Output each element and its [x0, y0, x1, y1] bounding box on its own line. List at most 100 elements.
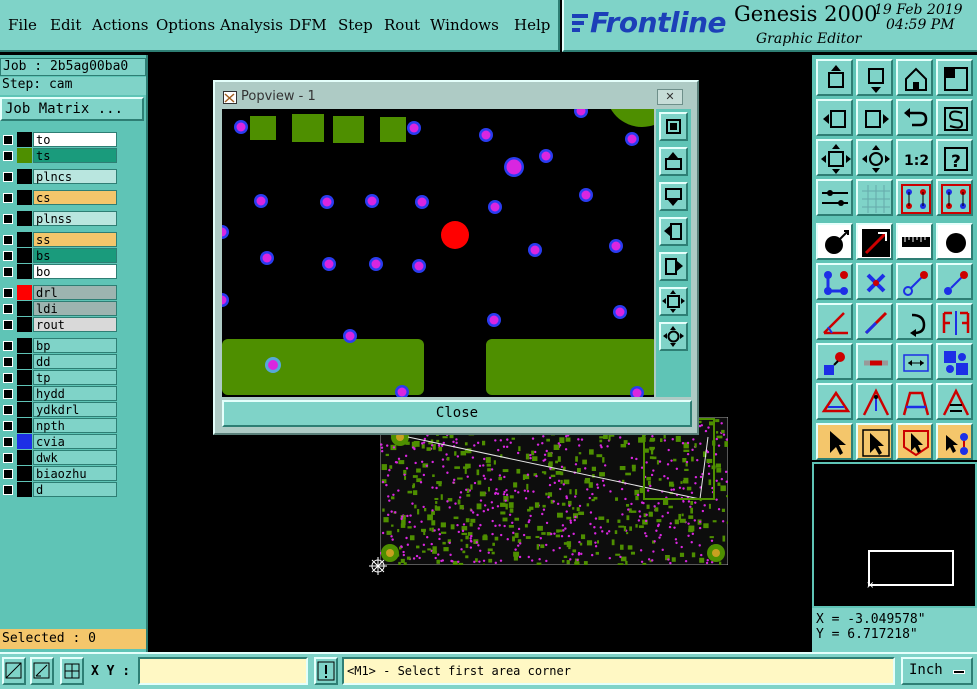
snap-mode-button[interactable] — [2, 657, 26, 685]
layer-row-biaozhu[interactable]: biaozhu — [0, 466, 118, 481]
layer-name[interactable]: plnss — [33, 211, 117, 226]
layer-checkbox[interactable] — [3, 267, 13, 277]
layer-color-swatch[interactable] — [17, 148, 32, 163]
layer-checkbox[interactable] — [3, 421, 13, 431]
layer-name[interactable]: plncs — [33, 169, 117, 184]
layer-color-swatch[interactable] — [17, 482, 32, 497]
layer-checkbox[interactable] — [3, 251, 13, 261]
tool-drc-2-button[interactable] — [936, 179, 973, 216]
grid-mode-button[interactable] — [60, 657, 84, 685]
menu-dfm[interactable]: DFM — [289, 16, 327, 34]
layer-row-to[interactable]: to — [0, 132, 118, 147]
menu-analysis[interactable]: Analysis — [220, 16, 283, 34]
layer-checkbox[interactable] — [3, 235, 13, 245]
layer-checkbox[interactable] — [3, 193, 13, 203]
layer-name[interactable]: ydkdrl — [33, 402, 117, 417]
layer-color-swatch[interactable] — [17, 354, 32, 369]
menu-options[interactable]: Options — [156, 16, 215, 34]
layer-name[interactable]: dd — [33, 354, 117, 369]
tool-outline-2-button[interactable] — [856, 383, 893, 420]
tool-outline-3-button[interactable] — [896, 383, 933, 420]
layer-row-plncs[interactable]: plncs — [0, 169, 118, 184]
pv-pan-left-button[interactable] — [659, 217, 688, 246]
layer-row-drl[interactable]: drl — [0, 285, 118, 300]
layer-row-bs[interactable]: bs — [0, 248, 118, 263]
tool-page-right-button[interactable] — [856, 99, 893, 136]
tool-grid-button[interactable] — [856, 179, 893, 216]
layer-color-swatch[interactable] — [17, 132, 32, 147]
layer-checkbox[interactable] — [3, 341, 13, 351]
tool-move-button[interactable] — [896, 263, 933, 300]
layer-checkbox[interactable] — [3, 469, 13, 479]
menu-step[interactable]: Step — [338, 16, 373, 34]
layer-name[interactable]: ts — [33, 148, 117, 163]
tool-select-area-button[interactable] — [856, 423, 893, 460]
menu-windows[interactable]: Windows — [430, 16, 499, 34]
layer-row-bo[interactable]: bo — [0, 264, 118, 279]
tool-line-arrow-button[interactable] — [856, 303, 893, 340]
layer-checkbox[interactable] — [3, 453, 13, 463]
layer-name[interactable]: cvia — [33, 434, 117, 449]
tool-settings-button[interactable] — [816, 179, 853, 216]
popview-close-button[interactable]: Close — [222, 400, 692, 427]
tool-split-button[interactable] — [856, 343, 893, 380]
tool-ruler-button[interactable] — [896, 223, 933, 260]
tool-page-down-button[interactable] — [856, 59, 893, 96]
tool-page-up-button[interactable] — [816, 59, 853, 96]
menu-help[interactable]: Help — [514, 16, 550, 34]
tool-outline-1-button[interactable] — [816, 383, 853, 420]
pv-pan-down-button[interactable] — [659, 182, 688, 211]
layer-color-swatch[interactable] — [17, 301, 32, 316]
tool-arc-button[interactable] — [896, 303, 933, 340]
layer-name[interactable]: tp — [33, 370, 117, 385]
tool-line-add-button[interactable] — [856, 223, 893, 260]
layer-name[interactable]: dwk — [33, 450, 117, 465]
layer-row-ydkdrl[interactable]: ydkdrl — [0, 402, 118, 417]
tool-copy-button[interactable] — [936, 263, 973, 300]
layer-color-swatch[interactable] — [17, 169, 32, 184]
tool-zoom-fit-button[interactable] — [816, 139, 853, 176]
tool-pattern-button[interactable] — [936, 343, 973, 380]
layer-checkbox[interactable] — [3, 304, 13, 314]
layer-checkbox[interactable] — [3, 172, 13, 182]
tool-window-button[interactable] — [936, 59, 973, 96]
layer-row-rout[interactable]: rout — [0, 317, 118, 332]
job-matrix-button[interactable]: Job Matrix ... — [0, 97, 144, 121]
layer-checkbox[interactable] — [3, 437, 13, 447]
units-dropdown[interactable]: Inch — [901, 657, 973, 685]
tool-outline-4-button[interactable] — [936, 383, 973, 420]
layer-row-plnss[interactable]: plnss — [0, 211, 118, 226]
tool-select-button[interactable] — [816, 423, 853, 460]
layer-row-ss[interactable]: ss — [0, 232, 118, 247]
layer-color-swatch[interactable] — [17, 370, 32, 385]
layer-name[interactable]: rout — [33, 317, 117, 332]
tool-help-button[interactable]: ? — [936, 139, 973, 176]
pv-zoom-in-button[interactable] — [659, 287, 688, 316]
tool-zoom-ratio-button[interactable]: 1:2 — [896, 139, 933, 176]
layer-checkbox[interactable] — [3, 214, 13, 224]
layer-row-dwk[interactable]: dwk — [0, 450, 118, 465]
pv-pan-right-button[interactable] — [659, 252, 688, 281]
xy-input[interactable] — [138, 657, 308, 685]
layer-name[interactable]: d — [33, 482, 117, 497]
layer-row-hydd[interactable]: hydd — [0, 386, 118, 401]
menu-file[interactable]: File — [8, 16, 37, 34]
pv-zoom-out-button[interactable] — [659, 322, 688, 351]
layer-color-swatch[interactable] — [17, 264, 32, 279]
tool-net-button[interactable] — [816, 263, 853, 300]
layer-row-cvia[interactable]: cvia — [0, 434, 118, 449]
tool-pad-add-button[interactable] — [816, 223, 853, 260]
layer-name[interactable]: bs — [33, 248, 117, 263]
menu-rout[interactable]: Rout — [384, 16, 420, 34]
layer-row-bp[interactable]: bp — [0, 338, 118, 353]
tool-drc-1-button[interactable] — [896, 179, 933, 216]
tool-mirror-button[interactable] — [936, 303, 973, 340]
layer-name[interactable]: cs — [33, 190, 117, 205]
layer-color-swatch[interactable] — [17, 211, 32, 226]
layer-row-ts[interactable]: ts — [0, 148, 118, 163]
layer-color-swatch[interactable] — [17, 190, 32, 205]
tool-measure-button[interactable] — [896, 343, 933, 380]
layer-name[interactable]: to — [33, 132, 117, 147]
layer-row-tp[interactable]: tp — [0, 370, 118, 385]
tool-delete-button[interactable] — [856, 263, 893, 300]
